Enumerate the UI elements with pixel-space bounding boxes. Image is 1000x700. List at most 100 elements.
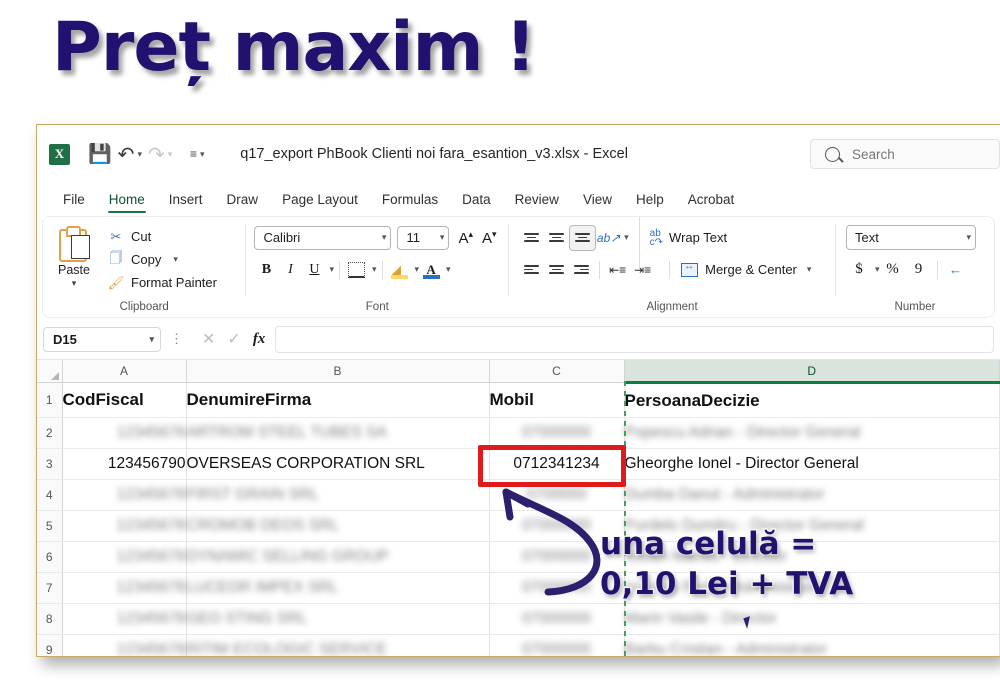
cell-a8[interactable]: 12345678: [62, 603, 187, 635]
cell-b2[interactable]: ARTROM STEEL TUBES SA: [186, 417, 490, 449]
align-right-button[interactable]: [569, 258, 594, 282]
tab-review[interactable]: Review: [503, 190, 571, 213]
comma-format-button[interactable]: 9: [906, 258, 932, 282]
percent-format-button[interactable]: %: [880, 258, 906, 282]
cell-b9[interactable]: RITIM ECOLOGIC SERVICE: [186, 634, 490, 656]
chevron-down-icon[interactable]: ▾: [382, 232, 387, 243]
borders-dropdown-icon[interactable]: ▾: [372, 264, 377, 275]
format-painter-button[interactable]: 🖌 Format Painter: [105, 271, 245, 294]
cancel-icon[interactable]: ✕: [202, 329, 215, 349]
row-header[interactable]: 5: [37, 510, 63, 542]
cell-d4[interactable]: Dumba Danut - Administrator: [624, 479, 1000, 511]
font-name-input[interactable]: Calibri ▾: [254, 225, 392, 250]
align-center-button[interactable]: [544, 258, 569, 282]
decrease-decimal-button[interactable]: ←: [943, 258, 969, 282]
tab-view[interactable]: View: [571, 190, 624, 213]
cell-c2[interactable]: 07000000: [489, 417, 625, 449]
borders-button[interactable]: [345, 258, 369, 282]
column-header-d[interactable]: D: [624, 360, 1000, 384]
cut-button[interactable]: ✂ Cut: [105, 225, 245, 248]
confirm-icon[interactable]: ✓: [227, 329, 240, 349]
more-options-icon[interactable]: ⋮: [170, 331, 183, 347]
font-color-button[interactable]: A: [419, 258, 443, 282]
underline-button[interactable]: U: [302, 258, 326, 282]
redo-icon[interactable]: ↷ ▾: [148, 141, 172, 167]
search-input[interactable]: Search: [810, 139, 1000, 169]
bold-button[interactable]: B: [254, 258, 278, 282]
tab-page-layout[interactable]: Page Layout: [270, 190, 370, 213]
orientation-dropdown-icon[interactable]: ▾: [624, 232, 629, 243]
cell-a9[interactable]: 12345678: [62, 634, 187, 656]
cell-d9[interactable]: Barbu Cristian - Administrator: [624, 634, 1000, 656]
italic-button[interactable]: I: [278, 258, 302, 282]
increase-font-size-button[interactable]: A▴: [458, 229, 473, 247]
cell-a4[interactable]: 12345678: [62, 479, 187, 511]
merge-dropdown-icon[interactable]: ▾: [807, 264, 812, 275]
tab-file[interactable]: File: [51, 190, 97, 213]
cell-c8[interactable]: 07000000: [489, 603, 625, 635]
formula-input[interactable]: [275, 325, 994, 353]
wrap-text-button[interactable]: ab c↷ Wrap Text: [650, 228, 727, 247]
copy-dropdown-icon[interactable]: ▾: [173, 254, 178, 265]
cell-b8[interactable]: GEO STING SRL: [186, 603, 490, 635]
cell-a1[interactable]: CodFiscal: [62, 382, 187, 418]
font-size-input[interactable]: 11 ▾: [397, 225, 450, 250]
name-box[interactable]: D15 ▾: [43, 326, 161, 352]
save-icon[interactable]: 💾: [88, 141, 112, 167]
fill-color-button[interactable]: ◢: [388, 258, 412, 282]
tab-formulas[interactable]: Formulas: [370, 190, 450, 213]
cell-d8[interactable]: Marin Vasile - Director: [624, 603, 1000, 635]
cell-c1[interactable]: Mobil: [489, 382, 625, 418]
increase-indent-button[interactable]: ⇥≡: [630, 258, 655, 282]
row-header[interactable]: 2: [37, 417, 63, 449]
column-header-b[interactable]: B: [186, 360, 490, 383]
chevron-down-icon[interactable]: ▾: [440, 232, 445, 243]
decrease-font-size-button[interactable]: A▾: [482, 229, 497, 247]
cell-b1[interactable]: DenumireFirma: [186, 382, 490, 418]
customize-quick-access-icon[interactable]: ≡ ▾: [186, 141, 208, 167]
row-header[interactable]: 8: [37, 603, 63, 635]
paste-dropdown-icon[interactable]: ▾: [72, 278, 77, 289]
cell-a6[interactable]: 12345678: [62, 541, 187, 573]
decrease-indent-button[interactable]: ⇤≡: [605, 258, 630, 282]
cell-d1[interactable]: PersoanaDecizie: [624, 382, 1000, 418]
tab-draw[interactable]: Draw: [215, 190, 271, 213]
chevron-down-icon[interactable]: ▾: [966, 232, 971, 243]
align-bottom-button[interactable]: [569, 224, 597, 251]
tab-acrobat[interactable]: Acrobat: [676, 190, 747, 213]
font-color-dropdown-icon[interactable]: ▾: [446, 264, 451, 275]
number-format-select[interactable]: Text ▾: [846, 225, 976, 250]
cell-d3[interactable]: Gheorghe Ionel - Director General: [624, 448, 1000, 480]
row-header[interactable]: 7: [37, 572, 63, 604]
orientation-button[interactable]: ab↗: [596, 226, 621, 250]
cell-a2[interactable]: 12345678: [62, 417, 187, 449]
copy-button[interactable]: 🗍 Copy ▾: [105, 248, 245, 271]
tab-help[interactable]: Help: [624, 190, 676, 213]
chevron-down-icon[interactable]: ▾: [149, 334, 154, 345]
cell-a7[interactable]: 12345678: [62, 572, 187, 604]
tab-data[interactable]: Data: [450, 190, 503, 213]
row-header[interactable]: 4: [37, 479, 63, 511]
row-header[interactable]: 9: [37, 634, 63, 656]
insert-function-icon[interactable]: fx: [253, 331, 266, 348]
row-header[interactable]: 1: [37, 382, 63, 418]
row-header[interactable]: 3: [37, 448, 63, 480]
align-left-button[interactable]: [519, 258, 544, 282]
cell-c9[interactable]: 07000000: [489, 634, 625, 656]
column-header-c[interactable]: C: [489, 360, 625, 383]
cell-a3[interactable]: 123456790: [62, 448, 187, 480]
merge-center-button[interactable]: Merge & Center ▾: [681, 261, 812, 277]
underline-dropdown-icon[interactable]: ▾: [329, 264, 334, 275]
undo-icon[interactable]: ↶ ▾: [118, 141, 142, 167]
tab-insert[interactable]: Insert: [157, 190, 215, 213]
cell-a5[interactable]: 12345678: [62, 510, 187, 542]
align-top-button[interactable]: [519, 226, 544, 250]
currency-format-button[interactable]: $: [846, 258, 872, 282]
select-all-corner[interactable]: [37, 360, 63, 383]
align-middle-button[interactable]: [544, 226, 569, 250]
column-header-a[interactable]: A: [62, 360, 187, 383]
cell-d2[interactable]: Popescu Adrian - Director General: [624, 417, 1000, 449]
tab-home[interactable]: Home: [97, 190, 157, 213]
row-header[interactable]: 6: [37, 541, 63, 573]
paste-button[interactable]: Paste ▾: [43, 224, 105, 289]
